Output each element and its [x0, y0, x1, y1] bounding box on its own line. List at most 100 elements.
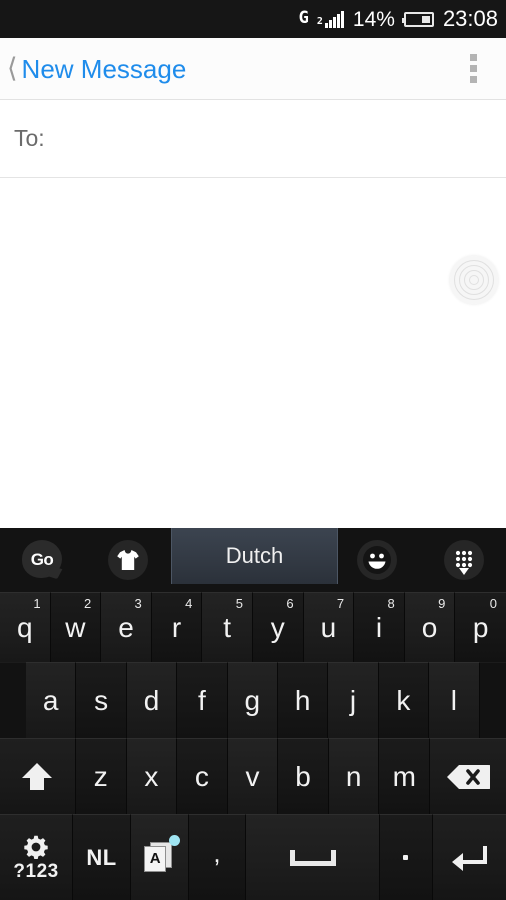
key-k[interactable]: k	[378, 662, 430, 738]
backspace-icon	[447, 764, 490, 789]
key-o[interactable]: 9 o	[404, 592, 456, 662]
key-j[interactable]: j	[328, 662, 379, 738]
theme-button[interactable]	[108, 540, 148, 580]
message-body-area[interactable]	[0, 179, 506, 528]
key-p-label: p	[472, 611, 489, 643]
key-b[interactable]: b	[278, 738, 329, 814]
key-shift[interactable]	[0, 738, 76, 814]
key-q[interactable]: 1 q	[0, 592, 51, 662]
key-space[interactable]	[246, 814, 380, 900]
to-label: To:	[14, 125, 45, 151]
smiley-shape	[363, 546, 391, 574]
key-period[interactable]	[380, 814, 433, 900]
key-n-label: n	[345, 760, 362, 792]
key-z[interactable]: z	[75, 738, 127, 814]
key-t[interactable]: 5 t	[202, 592, 253, 662]
assistive-touch-button[interactable]	[450, 256, 498, 304]
key-j-label: j	[349, 684, 357, 716]
key-c-label: c	[194, 760, 209, 792]
overflow-menu-icon[interactable]	[470, 54, 477, 83]
signal-bar-3	[332, 17, 336, 28]
key-h-label: h	[294, 684, 311, 716]
key-g-label: g	[244, 684, 261, 716]
signal-bars-icon: 2	[317, 10, 344, 28]
key-f[interactable]: f	[177, 662, 228, 738]
key-e[interactable]: 3 e	[101, 592, 152, 662]
key-r[interactable]: 4 r	[151, 592, 203, 662]
key-enter[interactable]	[432, 814, 506, 900]
keypad-button[interactable]	[444, 540, 484, 580]
network-type-icon: G	[298, 8, 309, 28]
keyboard-row-3: z x c v b n m	[0, 738, 506, 814]
tshirt-shape	[117, 550, 139, 570]
key-i[interactable]: 8 i	[354, 592, 405, 662]
language-badge-dot	[169, 834, 181, 846]
signal-bar-1	[324, 23, 328, 28]
back-chevron-icon[interactable]: ⟨	[7, 55, 18, 82]
signal-bar-4	[336, 14, 340, 28]
key-x[interactable]: x	[126, 738, 178, 814]
language-switch-icon: A	[142, 834, 181, 875]
status-bar: G 2 14% 23:08	[0, 0, 506, 38]
key-p[interactable]: 0 p	[455, 592, 506, 662]
page-title[interactable]: New Message	[22, 56, 187, 82]
key-e-label: e	[118, 611, 134, 643]
key-backspace[interactable]	[430, 738, 506, 814]
gear-icon	[24, 835, 48, 859]
key-comma[interactable]: ,	[188, 814, 247, 900]
key-q-number: 1	[33, 596, 41, 611]
key-g[interactable]: g	[227, 662, 278, 738]
key-w[interactable]: 2 w	[50, 592, 102, 662]
battery-fill	[422, 15, 430, 23]
language-label: Dutch	[225, 543, 284, 568]
key-c[interactable]: c	[177, 738, 228, 814]
key-v[interactable]: v	[227, 738, 279, 814]
key-s-label: s	[94, 684, 109, 716]
key-y[interactable]: 6 y	[252, 592, 304, 662]
key-q-label: q	[17, 611, 33, 643]
key-h[interactable]: h	[277, 662, 329, 738]
recipient-row[interactable]: To:	[0, 100, 506, 178]
clock-label: 23:08	[442, 6, 498, 31]
keyboard-row-4: ?123 NL A ,	[0, 814, 506, 900]
row2-left-pad	[0, 662, 26, 738]
sim-indicator-label: 2	[316, 16, 323, 27]
comma-label: ,	[213, 838, 221, 868]
key-n[interactable]: n	[328, 738, 380, 814]
app-header: ⟨ New Message	[0, 38, 506, 100]
key-x-label: x	[144, 760, 159, 792]
key-i-number: 8	[387, 596, 395, 611]
key-l-label: l	[450, 684, 457, 716]
go-keyboard-logo-button[interactable]: Go	[22, 540, 62, 580]
signal-bar-5	[340, 11, 344, 28]
space-bar-icon	[289, 849, 336, 866]
key-u-label: u	[320, 611, 337, 643]
tshirt-theme-icon	[108, 540, 148, 580]
key-m[interactable]: m	[379, 738, 431, 814]
key-p-number: 0	[489, 596, 497, 611]
overflow-dot-3	[470, 76, 477, 83]
language-indicator-panel[interactable]: Dutch	[171, 528, 338, 584]
key-f-label: f	[197, 684, 206, 716]
key-z-label: z	[93, 760, 108, 792]
key-s[interactable]: s	[76, 662, 127, 738]
key-language-switch[interactable]: A	[130, 814, 189, 900]
key-r-label: r	[171, 611, 182, 643]
key-symbols-settings[interactable]: ?123	[0, 814, 74, 900]
key-w-number: 2	[83, 596, 92, 611]
key-u-number: 7	[336, 596, 345, 611]
signal-bar-2	[328, 20, 332, 28]
nl-label: NL	[86, 844, 117, 870]
keyboard-row-2: a s d f g h j k l	[0, 662, 506, 738]
language-card-front: A	[144, 845, 167, 872]
key-v-label: v	[245, 760, 260, 792]
onscreen-keyboard: Go Dutch 1 q 2 w 3 e 4 r 5 t 6 y 7 u 8 i…	[0, 528, 506, 900]
key-language-nl[interactable]: NL	[73, 814, 131, 900]
key-y-number: 6	[286, 596, 294, 611]
go-logo-label: Go	[30, 549, 54, 569]
key-a[interactable]: a	[26, 662, 77, 738]
key-d[interactable]: d	[126, 662, 178, 738]
emoji-button[interactable]	[357, 540, 397, 580]
key-u[interactable]: 7 u	[303, 592, 355, 662]
key-l[interactable]: l	[429, 662, 480, 738]
